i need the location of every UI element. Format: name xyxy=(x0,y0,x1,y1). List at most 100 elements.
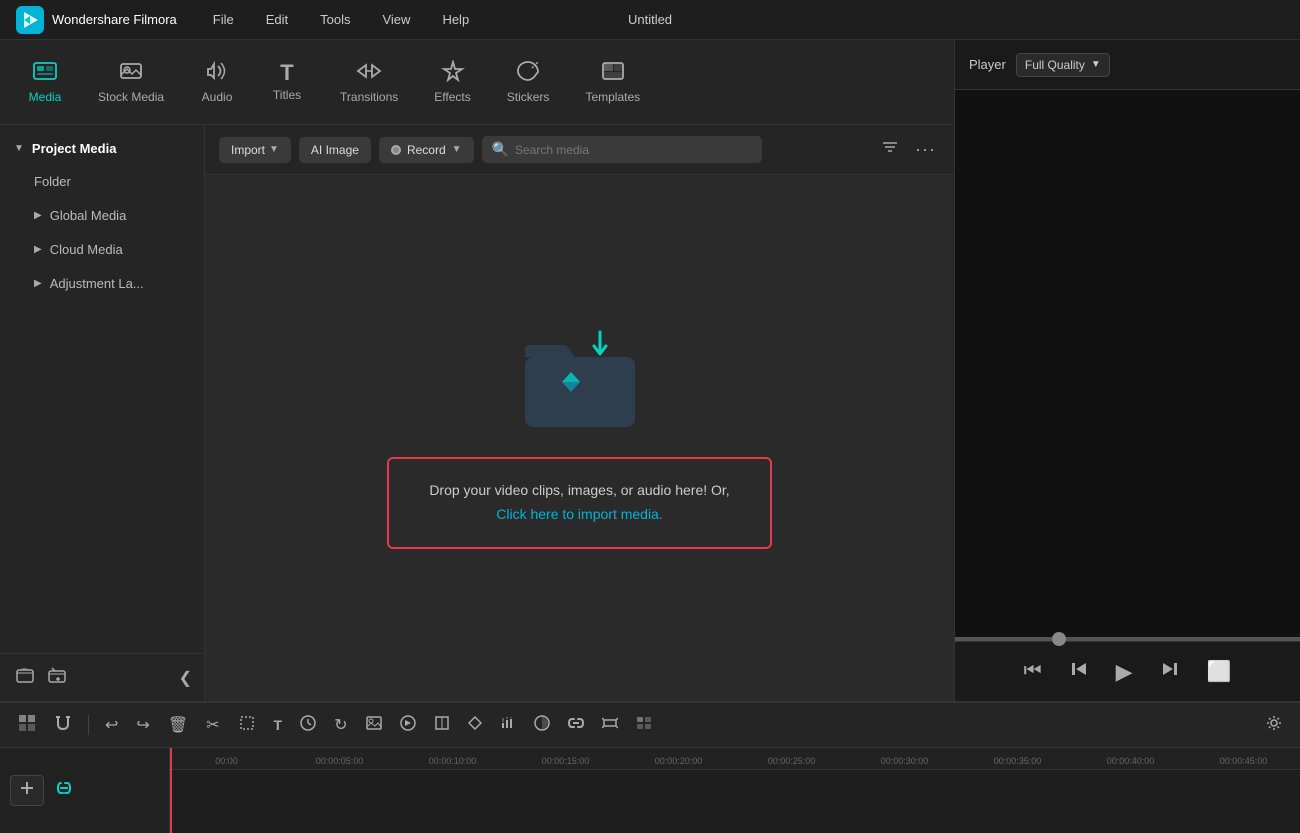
project-media-label: Project Media xyxy=(32,141,117,156)
titles-icon: T xyxy=(280,62,293,84)
menu-file[interactable]: File xyxy=(207,8,240,31)
clock-button[interactable] xyxy=(294,711,322,740)
step-back-button[interactable] xyxy=(1066,656,1092,687)
image-button[interactable] xyxy=(360,711,388,740)
sidebar-global-media[interactable]: ▶ Global Media xyxy=(6,199,198,232)
ruler-mark-2: 00:00:10:00 xyxy=(396,756,509,766)
more-options-button[interactable]: ··· xyxy=(911,135,940,164)
media-icon xyxy=(33,60,57,86)
adjustment-layer-label: Adjustment La... xyxy=(50,276,144,291)
sidebar-folder[interactable]: Folder xyxy=(6,165,198,198)
progress-thumb[interactable] xyxy=(1052,632,1066,646)
menu-help[interactable]: Help xyxy=(436,8,475,31)
sidebar: ▼ Project Media Folder ▶ Global Media ▶ … xyxy=(0,125,205,701)
delete-button[interactable]: 🗑 xyxy=(162,711,194,739)
ruler-mark-8: 00:00:40:00 xyxy=(1074,756,1187,766)
effects-icon xyxy=(441,60,465,86)
tab-stickers[interactable]: Stickers xyxy=(489,52,568,112)
timeline-content: 00:00 00:00:05:00 00:00:10:00 00:00:15:0… xyxy=(170,748,1300,833)
import-label: Import xyxy=(231,143,265,157)
player-controls: ⏮ ▶ ⬜ xyxy=(955,641,1300,701)
menu-tools[interactable]: Tools xyxy=(314,8,356,31)
tab-titles-label: Titles xyxy=(273,88,301,102)
import-link[interactable]: Click here to import media. xyxy=(496,506,663,522)
content-area: ▼ Project Media Folder ▶ Global Media ▶ … xyxy=(0,125,954,701)
multi-button[interactable] xyxy=(630,711,658,740)
ruler-mark-3: 00:00:15:00 xyxy=(509,756,622,766)
filter-icon-button[interactable] xyxy=(877,134,903,165)
transitions-icon xyxy=(356,60,382,86)
link-button[interactable] xyxy=(562,711,590,740)
text-button[interactable]: T xyxy=(268,713,289,737)
diamond-button[interactable] xyxy=(462,712,488,739)
quality-select[interactable]: Full Quality ▼ xyxy=(1016,53,1110,77)
fullscreen-button[interactable]: ⬜ xyxy=(1203,655,1236,688)
tab-templates[interactable]: Templates xyxy=(567,52,658,112)
sidebar-adjustment-layer[interactable]: ▶ Adjustment La... xyxy=(6,267,198,300)
drop-text: Drop your video clips, images, or audio … xyxy=(429,482,729,498)
menu-edit[interactable]: Edit xyxy=(260,8,294,31)
sidebar-cloud-media[interactable]: ▶ Cloud Media xyxy=(6,233,198,266)
drop-message: Drop your video clips, images, or audio … xyxy=(387,457,771,549)
step-forward-button[interactable] xyxy=(1157,656,1183,688)
quality-dropdown-icon: ▼ xyxy=(1091,59,1101,70)
resize-button[interactable] xyxy=(596,711,624,740)
play-button[interactable]: ▶ xyxy=(1112,655,1137,689)
tab-media[interactable]: Media xyxy=(10,52,80,112)
quality-label: Full Quality xyxy=(1025,58,1085,72)
timeline-tracks xyxy=(170,770,1300,833)
tab-bar: Media Stock Media xyxy=(0,40,954,125)
magnet-button[interactable] xyxy=(48,710,78,741)
progress-bar[interactable] xyxy=(955,637,1300,641)
folder-label: Folder xyxy=(34,174,71,189)
add-media-button[interactable] xyxy=(10,775,44,806)
right-panel: Player Full Quality ▼ ⏮ ▶ ⬜ xyxy=(955,40,1300,701)
tab-transitions-label: Transitions xyxy=(340,90,398,104)
ruler-mark-7: 00:00:35:00 xyxy=(961,756,1074,766)
search-input[interactable] xyxy=(515,143,752,157)
audio-eq-button[interactable] xyxy=(494,711,522,740)
new-folder-button[interactable] xyxy=(44,662,70,693)
tab-effects-label: Effects xyxy=(434,90,470,104)
tab-titles[interactable]: T Titles xyxy=(252,54,322,110)
ruler-mark-6: 00:00:30:00 xyxy=(848,756,961,766)
drop-zone[interactable]: Drop your video clips, images, or audio … xyxy=(205,175,954,701)
record-dot-icon xyxy=(391,145,401,155)
settings-button[interactable] xyxy=(1260,711,1288,740)
sidebar-project-media[interactable]: ▼ Project Media xyxy=(0,133,204,164)
import-button[interactable]: Import ▼ xyxy=(219,137,291,163)
menu-view[interactable]: View xyxy=(376,8,416,31)
add-folder-button[interactable] xyxy=(12,662,38,693)
player-label: Player xyxy=(969,57,1006,72)
tab-transitions[interactable]: Transitions xyxy=(322,52,416,112)
ruler-mark-9: 00:00:45:00 xyxy=(1187,756,1300,766)
timeline-link-button[interactable] xyxy=(50,776,78,805)
transform-button[interactable] xyxy=(428,711,456,740)
main-layout: Media Stock Media xyxy=(0,40,1300,701)
refresh-button[interactable]: ↻ xyxy=(328,711,353,739)
skip-back-button[interactable]: ⏮ xyxy=(1020,656,1046,687)
ai-image-button[interactable]: AI Image xyxy=(299,137,371,163)
tab-media-label: Media xyxy=(29,90,62,104)
sidebar-collapse-button[interactable]: ❮ xyxy=(179,668,192,688)
app-logo xyxy=(16,6,44,34)
ruler-mark-1: 00:00:05:00 xyxy=(283,756,396,766)
tl-divider-1 xyxy=(88,715,89,735)
media-panel: Import ▼ AI Image Record ▼ 🔍 xyxy=(205,125,954,701)
redo-button[interactable]: ↪ xyxy=(130,711,155,739)
tab-audio[interactable]: Audio xyxy=(182,52,252,112)
record-dropdown-icon: ▼ xyxy=(452,144,462,155)
tab-stock-media[interactable]: Stock Media xyxy=(80,52,182,112)
import-dropdown-icon: ▼ xyxy=(269,144,279,155)
speed-button[interactable] xyxy=(394,711,422,740)
color-button[interactable] xyxy=(528,711,556,740)
tab-effects[interactable]: Effects xyxy=(416,52,488,112)
ruler-mark-0: 00:00 xyxy=(170,756,283,766)
cut-button[interactable]: ✂ xyxy=(200,711,225,739)
record-button[interactable]: Record ▼ xyxy=(379,137,474,163)
crop-button[interactable] xyxy=(232,710,262,741)
timeline: ↩ ↪ 🗑 ✂ T ↻ xyxy=(0,701,1300,831)
undo-button[interactable]: ↩ xyxy=(99,711,124,739)
search-bar[interactable]: 🔍 xyxy=(482,136,762,163)
timeline-layout-button[interactable] xyxy=(12,710,42,741)
